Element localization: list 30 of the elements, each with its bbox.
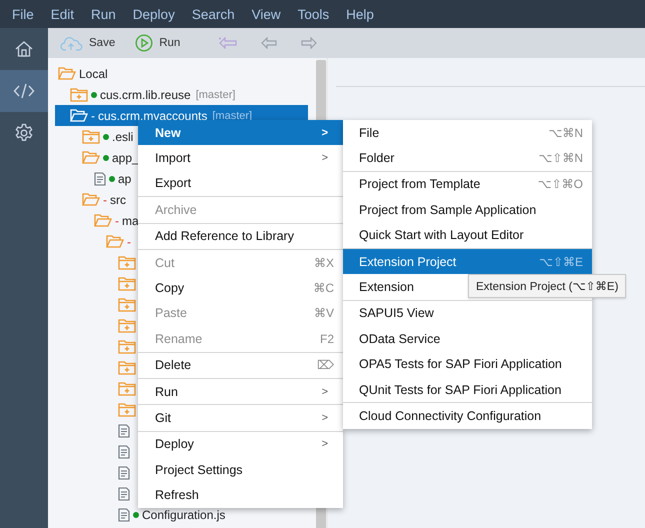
branch-label: [master] bbox=[212, 110, 252, 122]
status-mark: - bbox=[91, 108, 95, 122]
shortcut-label: ⌥⇧⌘E bbox=[539, 254, 583, 269]
tree-label: Local bbox=[79, 66, 108, 80]
submenu-arrow: > bbox=[322, 412, 329, 424]
shortcut-label: ⌥⇧⌘O bbox=[538, 177, 583, 192]
shortcut-label: F2 bbox=[320, 332, 334, 346]
tooltip: Extension Project (⌥⇧⌘E) bbox=[468, 274, 626, 298]
branch-label: [master] bbox=[196, 88, 236, 100]
tree-label: app_ bbox=[112, 150, 139, 164]
submenu-arrow: > bbox=[322, 438, 329, 450]
shortcut-label: ⌥⌘N bbox=[548, 126, 583, 140]
shortcut-label: ⌘C bbox=[313, 281, 334, 296]
tree-label: ma bbox=[122, 214, 139, 228]
tree-label: cus.crm.mvaccounts bbox=[98, 108, 208, 122]
shortcut-label: ⌦ bbox=[317, 358, 334, 372]
tree-label: .esli bbox=[112, 130, 134, 144]
submenu-arrow: > bbox=[322, 386, 329, 398]
submenu-arrow: > bbox=[322, 152, 329, 164]
shortcut-label: ⌘X bbox=[314, 256, 334, 270]
status-mark: - bbox=[127, 234, 131, 248]
status-mark: - bbox=[115, 214, 119, 228]
tree-label: cus.crm.lib.reuse bbox=[100, 88, 191, 102]
submenu-arrow: > bbox=[322, 126, 329, 139]
tree-label: src bbox=[110, 192, 126, 206]
tree-label: ap bbox=[118, 172, 132, 186]
shortcut-label: ⌘V bbox=[314, 306, 334, 320]
status-mark: - bbox=[103, 192, 107, 206]
tree-label: Configuration.js bbox=[142, 508, 226, 522]
shortcut-label: ⌥⇧⌘N bbox=[538, 151, 583, 166]
